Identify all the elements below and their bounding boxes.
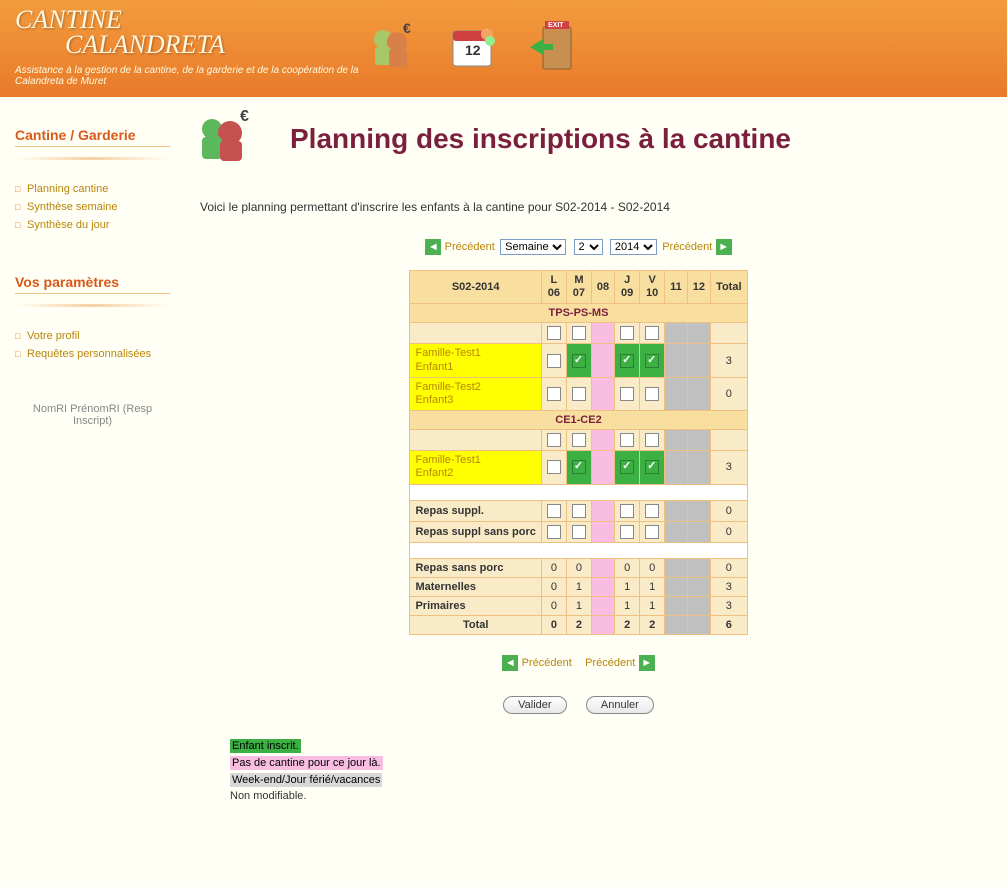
next-label[interactable]: Précédent xyxy=(662,241,712,253)
legend-nonmod: Non modifiable. xyxy=(230,790,306,802)
app-header: CANTINE CALANDRETA Assistance à la gesti… xyxy=(0,0,1007,97)
stat-maternelles: Maternelles xyxy=(410,577,541,596)
legend-no-cantine: Pas de cantine pour ce jour là. xyxy=(230,756,383,770)
child-1-total: 3 xyxy=(711,344,747,377)
child-3-total: 3 xyxy=(711,451,747,484)
validate-button[interactable]: Valider xyxy=(503,696,566,714)
child-2-total: 0 xyxy=(711,377,747,410)
exit-icon[interactable]: EXIT xyxy=(525,19,580,74)
stat-cb[interactable] xyxy=(645,525,659,539)
week-nav: ◄ Précédent Semaine 2 2014 Précédent ► xyxy=(190,239,967,255)
legend-weekend: Week-end/Jour férié/vacances xyxy=(230,773,382,787)
class-cb[interactable] xyxy=(572,433,586,447)
sidebar-user: NomRI PrénomRI (Resp Inscript) xyxy=(15,403,170,427)
class-cb[interactable] xyxy=(547,433,561,447)
sidebar-item-planning[interactable]: Planning cantine xyxy=(15,180,170,198)
child-cb[interactable] xyxy=(547,354,561,368)
day-l: L06 xyxy=(541,271,566,304)
page-title: Planning des inscriptions à la cantine xyxy=(290,123,791,155)
sidebar: Cantine / Garderie Planning cantine Synt… xyxy=(0,97,180,835)
sidebar-item-profil[interactable]: Votre profil xyxy=(15,327,170,345)
prev-label[interactable]: Précédent xyxy=(445,241,495,253)
day-m: M07 xyxy=(566,271,591,304)
next-week-button-bottom[interactable]: ► xyxy=(639,655,655,671)
planning-table: S02-2014 L06 M07 08 J09 V10 11 12 Total … xyxy=(409,270,747,635)
child-cb[interactable] xyxy=(547,460,561,474)
prev-week-button-bottom[interactable]: ◄ xyxy=(502,655,518,671)
sidebar-section-cantine: Cantine / Garderie xyxy=(15,127,170,147)
child-cb[interactable] xyxy=(547,387,561,401)
legend: Enfant inscrit. Pas de cantine pour ce j… xyxy=(230,739,967,802)
sidebar-item-requetes[interactable]: Requêtes personnalisées xyxy=(15,345,170,363)
svg-text:EXIT: EXIT xyxy=(548,22,564,29)
stat-repas-suppl: Repas suppl. xyxy=(410,500,541,521)
class-cb[interactable] xyxy=(547,326,561,340)
week-header: S02-2014 xyxy=(410,271,541,304)
app-title-2: CALANDRETA xyxy=(65,30,365,60)
sidebar-section-params: Vos paramètres xyxy=(15,274,170,294)
class-cb[interactable] xyxy=(620,433,634,447)
year-select[interactable]: 2014 xyxy=(610,239,657,255)
class-cb[interactable] xyxy=(572,326,586,340)
child-2[interactable]: Famille-Test2Enfant3 xyxy=(410,377,541,410)
child-cb-checked[interactable] xyxy=(620,460,634,474)
cancel-button[interactable]: Annuler xyxy=(586,696,654,714)
stat-cb[interactable] xyxy=(620,525,634,539)
class-ce1: CE1-CE2 xyxy=(410,411,747,430)
stat-repas-sp: Repas sans porc xyxy=(410,558,541,577)
stat-cb[interactable] xyxy=(645,504,659,518)
child-cb[interactable] xyxy=(572,387,586,401)
stat-repas-suppl-sp: Repas suppl sans porc xyxy=(410,521,541,542)
class-cb[interactable] xyxy=(645,326,659,340)
class-cb[interactable] xyxy=(620,326,634,340)
stat-total: Total xyxy=(410,615,541,634)
week-select[interactable]: 2 xyxy=(574,239,603,255)
stat-cb[interactable] xyxy=(547,504,561,518)
period-select[interactable]: Semaine xyxy=(500,239,566,255)
week-nav-bottom: ◄ Précédent Précédent ► xyxy=(190,655,967,671)
day-12: 12 xyxy=(687,271,710,304)
sidebar-item-synthese-jour[interactable]: Synthèse du jour xyxy=(15,216,170,234)
child-1[interactable]: Famille-Test1Enfant1 xyxy=(410,344,541,377)
calendar-icon[interactable]: 12 xyxy=(445,19,500,74)
stat-primaires: Primaires xyxy=(410,596,541,615)
child-cb-checked[interactable] xyxy=(645,354,659,368)
child-cb-checked[interactable] xyxy=(572,354,586,368)
svg-text:€: € xyxy=(240,108,249,125)
class-cb[interactable] xyxy=(645,433,659,447)
child-cb-checked[interactable] xyxy=(645,460,659,474)
app-subtitle: Assistance à la gestion de la cantine, d… xyxy=(15,65,365,87)
sidebar-item-synthese-semaine[interactable]: Synthèse semaine xyxy=(15,198,170,216)
people-money-icon[interactable]: € xyxy=(365,19,420,74)
child-cb[interactable] xyxy=(620,387,634,401)
day-v: V10 xyxy=(640,271,665,304)
page-intro: Voici le planning permettant d'inscrire … xyxy=(190,200,967,214)
child-cb[interactable] xyxy=(645,387,659,401)
prev-week-button[interactable]: ◄ xyxy=(425,239,441,255)
prev-label-bottom[interactable]: Précédent xyxy=(522,657,572,669)
next-week-button[interactable]: ► xyxy=(716,239,732,255)
next-label-bottom[interactable]: Précédent xyxy=(585,657,635,669)
stat-cb[interactable] xyxy=(547,525,561,539)
total-header: Total xyxy=(711,271,747,304)
day-j: J09 xyxy=(615,271,640,304)
child-cb-checked[interactable] xyxy=(620,354,634,368)
svg-text:€: € xyxy=(403,20,411,36)
child-3[interactable]: Famille-Test1Enfant2 xyxy=(410,451,541,484)
day-11: 11 xyxy=(665,271,688,304)
child-cb-checked[interactable] xyxy=(572,460,586,474)
class-tps: TPS-PS-MS xyxy=(410,304,747,323)
day-08: 08 xyxy=(591,271,614,304)
stat-cb[interactable] xyxy=(572,525,586,539)
stat-cb[interactable] xyxy=(572,504,586,518)
svg-text:12: 12 xyxy=(465,42,481,58)
legend-enrolled: Enfant inscrit. xyxy=(230,739,301,753)
stat-cb[interactable] xyxy=(620,504,634,518)
page-people-icon: € xyxy=(190,107,260,170)
